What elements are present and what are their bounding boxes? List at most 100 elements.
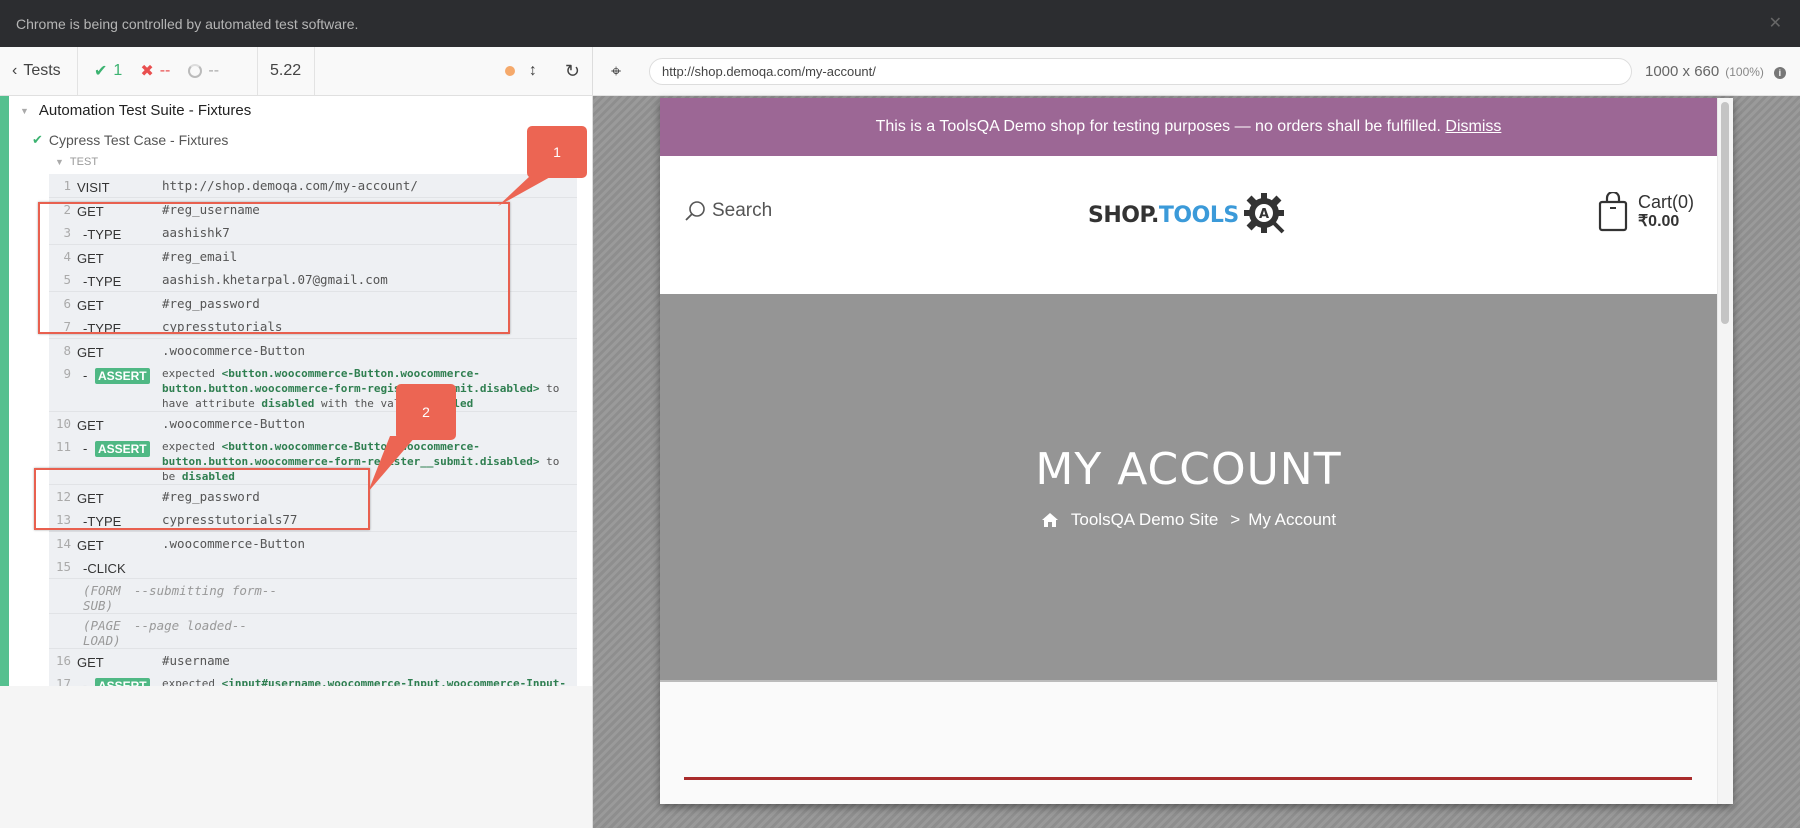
command-message: expected <button.woocommerce-Button.wooc… xyxy=(162,366,577,411)
aut-scrollbar[interactable] xyxy=(1717,98,1733,804)
aut-scrollbar-thumb[interactable] xyxy=(1721,102,1729,324)
check-icon: ✔ xyxy=(32,132,43,147)
collapse-triangle-icon: ▼ xyxy=(20,105,29,116)
dismiss-link[interactable]: Dismiss xyxy=(1445,118,1501,135)
command-row[interactable]: 13 -TYPE cypresstutorials77 xyxy=(49,508,577,531)
url-bar[interactable]: http://shop.demoqa.com/my-account/ xyxy=(649,58,1632,85)
pending-count: -- xyxy=(208,62,220,79)
command-event: (PAGE LOAD) xyxy=(83,618,121,648)
command-block[interactable]: 10 GET .woocommerce-Button 11 - ASSERT expect… xyxy=(49,412,577,485)
site-header: Search SHOP.TOOLS A Cart(0) ₹0.00 xyxy=(660,156,1717,294)
page-content xyxy=(660,680,1717,804)
command-name: GET xyxy=(77,251,104,266)
failed-count: -- xyxy=(159,62,171,79)
auto-scroll-toggle-icon[interactable]: ↕ xyxy=(529,62,537,80)
command-message: #reg_password xyxy=(162,296,260,311)
command-row[interactable]: 5 -TYPE aashish.khetarpal.07@gmail.com xyxy=(49,268,577,291)
command-name: GET xyxy=(77,655,104,670)
auto-scroll-indicator-icon[interactable] xyxy=(504,66,515,76)
command-name: -CLICK xyxy=(83,561,126,576)
command-row[interactable]: 16 GET #username xyxy=(49,649,577,672)
command-row[interactable]: (FORM SUB) --submitting form-- xyxy=(49,579,577,613)
check-icon: ✔ xyxy=(94,63,108,80)
command-block[interactable]: (PAGE LOAD) --page loaded-- xyxy=(49,614,577,649)
svg-text:A: A xyxy=(1259,207,1269,222)
info-icon[interactable]: i xyxy=(1773,67,1786,79)
assert-b1: disabled xyxy=(181,470,235,483)
tests-back-button[interactable]: ‹ Tests xyxy=(0,47,78,95)
command-row[interactable]: 8 GET .woocommerce-Button xyxy=(49,339,577,362)
command-block[interactable]: 12 GET #reg_password 13 -TYPE cypresstutorial… xyxy=(49,485,577,532)
command-block[interactable]: 14 GET .woocommerce-Button 15 -CLICK xyxy=(49,532,577,579)
assert-pre: expected xyxy=(162,440,222,453)
command-message: .woocommerce-Button xyxy=(162,343,305,358)
command-block[interactable]: 8 GET .woocommerce-Button 9 - ASSERT expected… xyxy=(49,339,577,412)
close-icon[interactable]: ✕ xyxy=(1769,13,1782,33)
breadcrumb: ToolsQA Demo Site > My Account xyxy=(660,510,1717,530)
command-name: - ASSERT xyxy=(77,439,162,457)
command-row[interactable]: 11- ASSERT expected <button.woocommerce-B… xyxy=(49,435,577,484)
automation-message: Chrome is being controlled by automated … xyxy=(16,16,359,32)
viewport-info: 1000 x 660 (100%) i xyxy=(1645,63,1786,80)
command-row[interactable]: 15 -CLICK xyxy=(49,555,577,578)
command-row[interactable]: 14 GET .woocommerce-Button xyxy=(49,532,577,555)
command-name: GET xyxy=(77,491,104,506)
command-number: 9 xyxy=(63,366,71,381)
command-row[interactable]: 6 GET #reg_password xyxy=(49,292,577,315)
x-icon: ✖ xyxy=(140,63,154,80)
duration: 5.22 xyxy=(258,47,315,95)
command-number: 14 xyxy=(55,536,71,551)
command-row[interactable]: 9 - ASSERT expected <button.woocommerce-Bu… xyxy=(49,362,577,411)
search-label: Search xyxy=(712,200,773,221)
home-icon[interactable] xyxy=(1041,512,1059,528)
reporter-panel: ▼ Automation Test Suite - Fixtures ✔ Cyp… xyxy=(0,96,593,707)
command-block[interactable]: 4 GET #reg_email 5 -TYPE aashish.khetarpal.07… xyxy=(49,245,577,292)
command-name: GET xyxy=(77,298,104,313)
command-number: 15 xyxy=(55,559,71,574)
logo-text: SHOP.TOOLS xyxy=(1088,202,1239,228)
pending-stat: -- xyxy=(188,62,219,80)
command-block[interactable]: (FORM SUB) --submitting form-- xyxy=(49,579,577,614)
command-row[interactable]: 3 -TYPE aashishk7 xyxy=(49,221,577,244)
command-number: 10 xyxy=(55,416,71,431)
breadcrumb-home[interactable]: ToolsQA Demo Site xyxy=(1071,510,1218,530)
command-row[interactable]: 10 GET .woocommerce-Button xyxy=(49,412,577,435)
passed-count: 1 xyxy=(113,62,123,79)
command-number: 13 xyxy=(55,512,71,527)
breadcrumb-separator: > xyxy=(1230,510,1241,529)
suite-status-bar xyxy=(0,96,9,686)
test-title-text: Cypress Test Case - Fixtures xyxy=(48,132,229,148)
collapse-triangle-icon: ▼ xyxy=(55,157,64,167)
search-button[interactable]: Search xyxy=(684,200,772,222)
tests-label: Tests xyxy=(23,62,61,79)
command-row[interactable]: 12 GET #reg_password xyxy=(49,485,577,508)
cart-button[interactable]: Cart(0) ₹0.00 xyxy=(1598,192,1694,232)
suite-title[interactable]: ▼ Automation Test Suite - Fixtures xyxy=(20,102,251,119)
command-row[interactable]: 4 GET #reg_email xyxy=(49,245,577,268)
command-number: 4 xyxy=(63,249,71,264)
assert-badge: ASSERT xyxy=(94,368,150,384)
test-section-label[interactable]: ▼ TEST xyxy=(55,156,98,168)
aut-stage: This is a ToolsQA Demo shop for testing … xyxy=(593,96,1800,828)
rerun-icon[interactable]: ↻ xyxy=(565,61,580,82)
aut-iframe: This is a ToolsQA Demo shop for testing … xyxy=(660,98,1733,804)
reporter-controls: ↕ ↻ xyxy=(504,47,580,95)
aut-header: ⌖ http://shop.demoqa.com/my-account/ 100… xyxy=(593,47,1800,96)
callout-tail-1 xyxy=(498,176,552,206)
command-row[interactable]: (PAGE LOAD) --page loaded-- xyxy=(49,614,577,648)
command-name: VISIT xyxy=(77,180,110,195)
gear-logo-icon: A xyxy=(1243,193,1285,234)
assert-pre: expected xyxy=(162,367,222,380)
selector-playground-icon[interactable]: ⌖ xyxy=(611,61,621,82)
reporter-header: ‹ Tests ✔ 1 ✖ -- -- 5.22 ↕ ↻ xyxy=(0,47,593,96)
assert-badge: ASSERT xyxy=(94,441,150,457)
automation-info-bar: Chrome is being controlled by automated … xyxy=(0,0,1800,47)
command-block[interactable]: 6 GET #reg_password 7 -TYPE cypresstutorials xyxy=(49,292,577,339)
command-name: -TYPE xyxy=(83,321,122,336)
command-name: GET xyxy=(77,538,104,553)
breadcrumb-current: My Account xyxy=(1248,510,1337,529)
command-row[interactable]: 7 -TYPE cypresstutorials xyxy=(49,315,577,338)
site-logo[interactable]: SHOP.TOOLS A xyxy=(1088,192,1289,238)
page-banner: MY ACCOUNT ToolsQA Demo Site > My Accoun… xyxy=(660,294,1717,680)
test-title[interactable]: ✔ Cypress Test Case - Fixtures xyxy=(32,132,228,148)
